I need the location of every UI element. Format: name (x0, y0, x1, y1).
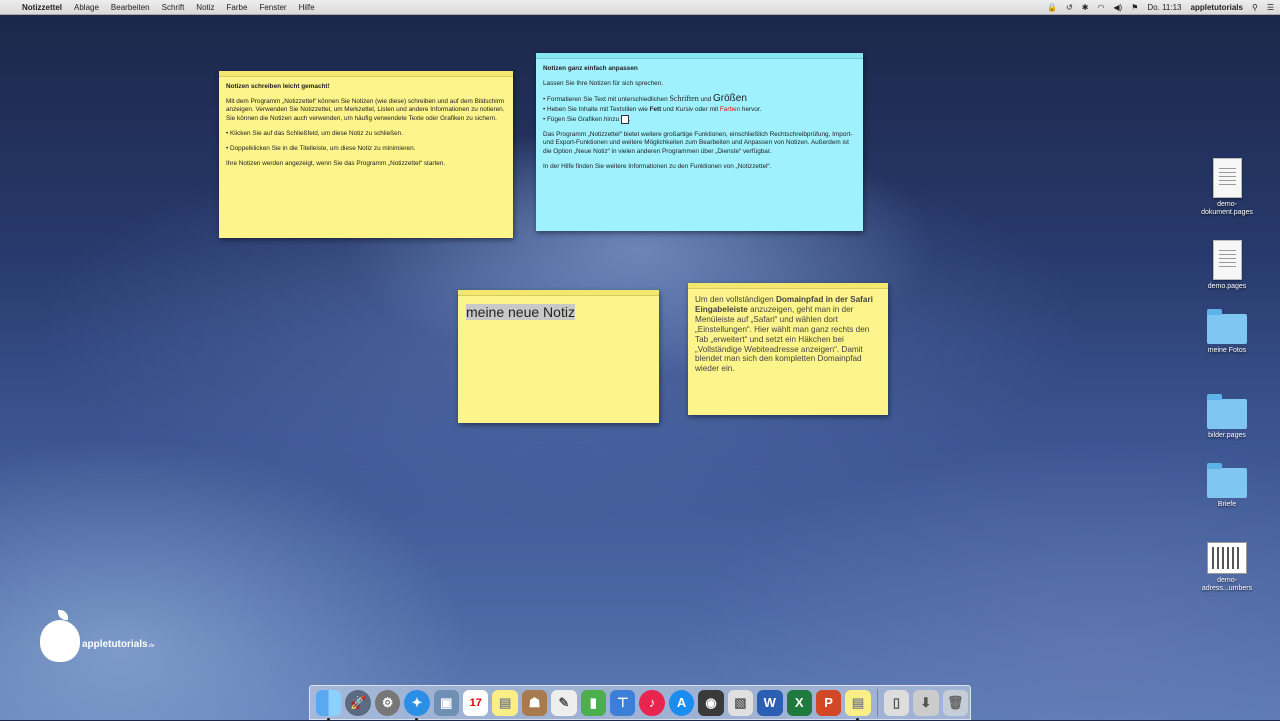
sticky-note-safari-tip[interactable]: Um den vollständigen Domainpfad in der S… (688, 283, 888, 415)
dock-image-icon[interactable]: ▧ (727, 689, 754, 716)
dock-finder-icon[interactable] (316, 689, 342, 721)
document-icon (1212, 240, 1242, 280)
dock-stickies-icon[interactable]: ▤ (845, 689, 871, 721)
list-item: • Heben Sie Inhalte mit Textstilen wie F… (543, 105, 762, 113)
dock-downloads-icon[interactable]: ⬇ (913, 689, 939, 716)
dock-keynote-icon[interactable]: ⊤ (610, 689, 636, 716)
note-title: Notizen ganz einfach anpassen (543, 65, 638, 72)
logo-text: appletutorials (82, 638, 148, 650)
wifi-icon[interactable]: ◠ (1097, 3, 1104, 12)
note-body[interactable]: Notizen schreiben leicht gemacht! Mit de… (219, 77, 513, 181)
desktop-icon-demo-adress[interactable]: demo- adress...umbers (1187, 542, 1267, 593)
desktop-icon-bilder[interactable]: bilder.pages (1187, 394, 1267, 440)
dock-excel-icon[interactable]: X (786, 689, 812, 716)
desktop-icon-label: Briefe (1217, 501, 1237, 508)
logo-suffix: .de (147, 642, 155, 649)
appletutorials-logo: appletutorials.de (40, 610, 155, 662)
note-paragraph: Ihre Notizen werden angezeigt, wenn Sie … (226, 160, 446, 168)
note-paragraph: Lassen Sie Ihre Notizen für sich spreche… (543, 80, 664, 88)
dock-itunes-icon[interactable]: ♪ (639, 689, 665, 716)
document-icon (1212, 158, 1242, 198)
note-paragraph: Das Programm „Notizzettel“ bietet weiter… (543, 131, 853, 155)
menu-farbe[interactable]: Farbe (227, 3, 248, 12)
note-list: • Formatieren Sie Text mit unterschiedli… (543, 93, 856, 124)
desktop-icon-demo-dokument[interactable]: demo- dokument.pages (1187, 158, 1267, 217)
apple-logo-icon (40, 610, 80, 662)
bluetooth-icon[interactable]: ✱ (1082, 3, 1089, 12)
dock-notes-icon[interactable]: ▤ (492, 689, 518, 716)
dock-launchpad-icon[interactable]: 🚀 (345, 689, 371, 716)
dock-settings-icon[interactable]: ⚙ (374, 689, 401, 716)
dock-separator (876, 688, 878, 717)
desktop-icon-label: demo- adress...umbers (1201, 577, 1253, 592)
note-paragraph: Mit dem Programm „Notizzettel“ können Si… (226, 98, 505, 122)
list-item: • Formatieren Sie Text mit unterschiedli… (543, 93, 747, 105)
desktop-icon-label: demo- dokument.pages (1201, 201, 1253, 216)
dock-calendar-icon[interactable]: 17 (463, 689, 489, 716)
spreadsheet-icon (1207, 542, 1247, 574)
menu-hilfe[interactable]: Hilfe (299, 3, 315, 12)
dock-safari-icon[interactable]: ✦ (404, 689, 430, 721)
note-paragraph: In der Hilfe finden Sie weitere Informat… (543, 162, 772, 170)
menu-schrift[interactable]: Schrift (162, 3, 185, 12)
desktop-icon-label: demo.pages (1207, 283, 1247, 290)
dock-numbers-icon[interactable]: ▮ (580, 689, 607, 716)
desktop-icon-label: bilder.pages (1208, 432, 1246, 439)
dock-voice-memo-icon[interactable]: ◉ (698, 689, 724, 716)
dock-word-icon[interactable]: W (757, 689, 783, 716)
note-text: anzuzeigen, geht man in der Menüleiste a… (695, 304, 870, 374)
graphic-icon (620, 114, 629, 124)
volume-icon[interactable]: ◀) (1113, 3, 1122, 12)
desktop-icon-briefe[interactable]: Briefe (1187, 463, 1267, 509)
menu-extras: 🔒 ↺ ✱ ◠ ◀) ⚑ Do. 11:13 appletutorials ⚲ … (1047, 0, 1274, 14)
folder-icon (1207, 394, 1247, 429)
search-icon[interactable]: ⚲ (1252, 3, 1258, 12)
note-text-selected[interactable]: meine neue Notiz (466, 304, 575, 320)
list-icon[interactable]: ☰ (1267, 3, 1274, 12)
dock-appstore-icon[interactable]: A (668, 689, 695, 716)
desktop-icon-meine-fotos[interactable]: meine Fotos (1187, 309, 1267, 355)
note-body[interactable]: meine neue Notiz (458, 296, 659, 329)
menu-user[interactable]: appletutorials (1191, 3, 1243, 12)
note-paragraph: • Doppelklicken Sie in die Titelleiste, … (226, 145, 416, 153)
menu-ablage[interactable]: Ablage (74, 3, 99, 12)
sticky-note-new[interactable]: meine neue Notiz (458, 290, 659, 423)
dock-preview-icon[interactable]: ▣ (433, 689, 460, 716)
menu-notiz[interactable]: Notiz (196, 3, 214, 12)
sticky-note-customize[interactable]: Notizen ganz einfach anpassen Lassen Sie… (536, 53, 863, 231)
menu-bar: Notizzettel Ablage Bearbeiten Schrift No… (0, 0, 1280, 15)
note-body[interactable]: Notizen ganz einfach anpassen Lassen Sie… (536, 59, 863, 184)
time-machine-icon[interactable]: ↺ (1066, 3, 1073, 12)
dock-powerpoint-icon[interactable]: P (815, 689, 842, 716)
sticky-note-intro[interactable]: Notizen schreiben leicht gemacht! Mit de… (219, 71, 513, 238)
menu-clock[interactable]: Do. 11:13 (1147, 3, 1181, 12)
desktop-icon-label: meine Fotos (1207, 347, 1247, 354)
dock-documents-icon[interactable]: ▯ (883, 689, 910, 716)
list-item: • Fügen Sie Grafiken hinzu . (543, 114, 631, 124)
folder-icon (1207, 463, 1247, 498)
note-text: Um den vollständigen (695, 295, 777, 304)
note-paragraph: • Klicken Sie auf das Schließfeld, um di… (226, 129, 403, 137)
lock-icon[interactable]: 🔒 (1047, 3, 1057, 12)
note-title: Notizen schreiben leicht gemacht! (226, 83, 330, 90)
dock-textedit-icon[interactable]: ✎ (551, 689, 577, 716)
dock: 🚀 ⚙ ✦ ▣ 17 ▤ ☗ ✎ ▮ ⊤ ♪ A ◉ ▧ W X P ▤ ▯ ⬇… (309, 685, 971, 721)
menu-fenster[interactable]: Fenster (259, 3, 286, 12)
desktop-icon-demo-pages[interactable]: demo.pages (1187, 240, 1267, 291)
dock-trash-icon[interactable]: 🗑 (942, 689, 968, 716)
folder-icon (1207, 309, 1247, 344)
note-body[interactable]: Um den vollständigen Domainpfad in der S… (688, 289, 888, 380)
menu-bearbeiten[interactable]: Bearbeiten (111, 3, 150, 12)
flag-icon[interactable]: ⚑ (1131, 3, 1138, 12)
dock-contacts-icon[interactable]: ☗ (521, 689, 548, 716)
menu-app-name[interactable]: Notizzettel (22, 3, 62, 12)
